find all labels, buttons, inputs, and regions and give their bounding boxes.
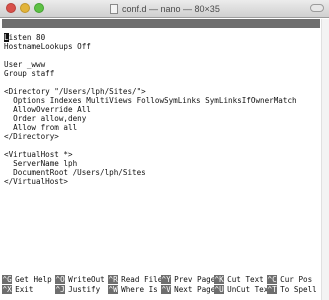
editor-line[interactable]: </Directory> (4, 132, 320, 141)
shortcut-label: WriteOut (68, 275, 105, 284)
document-icon (110, 4, 118, 14)
editor-line[interactable] (4, 51, 320, 60)
editor-line[interactable] (4, 78, 320, 87)
editor-line[interactable]: <VirtualHost *> (4, 150, 320, 159)
shortcut-label: To Spell (280, 285, 317, 294)
shortcut-label: Justify (68, 285, 101, 294)
shortcut-key: ^R (108, 275, 119, 284)
shortcut-key: ^W (108, 285, 119, 294)
editor-line[interactable]: AllowOverride All (4, 105, 320, 114)
shortcut-label: Read File (121, 275, 163, 284)
shortcut-key: ^V (161, 285, 172, 294)
shortcut-justify[interactable]: ^J Justify (55, 285, 100, 294)
terminal-scrollbar[interactable] (321, 19, 329, 300)
editor-line[interactable]: Allow from all (4, 123, 320, 132)
editor-line[interactable] (4, 141, 320, 150)
shortcut-to-spell[interactable]: ^T To Spell (267, 285, 317, 294)
minimize-window-button[interactable] (20, 3, 30, 13)
editor-line[interactable]: ServerName lph (4, 159, 320, 168)
terminal-content[interactable]: GNU nano 2.0.6 File: lph.conf Listen 80 … (0, 19, 329, 300)
shortcut-key: ^Y (161, 275, 172, 284)
editor-text-area[interactable]: Listen 80 HostnameLookups Off User _www … (4, 33, 320, 186)
shortcut-key: ^X (2, 285, 13, 294)
shortcut-key: ^K (214, 275, 225, 284)
editor-line-text: isten 80 (8, 33, 46, 42)
shortcut-label: Cut Text (227, 275, 264, 284)
shortcut-key: ^O (55, 275, 66, 284)
shortcut-key: ^T (267, 285, 278, 294)
shortcut-where-is[interactable]: ^W Where Is (108, 285, 158, 294)
shortcut-label: Where Is (121, 285, 158, 294)
shortcut-cut-text[interactable]: ^K Cut Text (214, 275, 264, 284)
shortcut-uncut-text[interactable]: ^U UnCut Text (214, 285, 273, 294)
shortcut-label: UnCut Text (227, 285, 273, 294)
shortcut-cur-pos[interactable]: ^C Cur Pos (267, 275, 312, 284)
editor-line[interactable]: Listen 80 (4, 33, 320, 42)
window-title-area: conf.d — nano — 80×35 (110, 3, 220, 15)
shortcut-writeout[interactable]: ^O WriteOut (55, 275, 105, 284)
editor-line[interactable]: Options Indexes MultiViews FollowSymLink… (4, 96, 320, 105)
shortcut-prev-page[interactable]: ^Y Prev Page (161, 275, 215, 284)
shortcut-get-help[interactable]: ^G Get Help (2, 275, 52, 284)
shortcut-label: Next Page (174, 285, 216, 294)
editor-line[interactable]: Group staff (4, 69, 320, 78)
editor-line[interactable]: User _www (4, 60, 320, 69)
toolbar-toggle-button[interactable] (310, 4, 324, 12)
shortcut-row: ^X Exit ^J Justify ^W Where Is ^V Next Page … (2, 285, 320, 294)
window-titlebar[interactable]: conf.d — nano — 80×35 (0, 0, 329, 18)
nano-header-bar: GNU nano 2.0.6 File: lph.conf (2, 19, 320, 46)
close-window-button[interactable] (6, 3, 16, 13)
editor-line[interactable]: Order allow,deny (4, 114, 320, 123)
editor-line[interactable]: HostnameLookups Off (4, 42, 320, 51)
shortcut-exit[interactable]: ^X Exit (2, 285, 33, 294)
editor-line[interactable]: <Directory "/Users/lph/Sites/"> (4, 87, 320, 96)
shortcut-next-page[interactable]: ^V Next Page (161, 285, 215, 294)
shortcut-key: ^J (55, 285, 66, 294)
shortcut-key: ^G (2, 275, 13, 284)
shortcut-read-file[interactable]: ^R Read File (108, 275, 162, 284)
editor-line[interactable]: </VirtualHost> (4, 177, 320, 186)
shortcut-row: ^G Get Help ^O WriteOut ^R Read File ^Y Prev… (2, 275, 320, 284)
shortcut-key: ^U (214, 285, 225, 294)
shortcut-label: Get Help (15, 275, 52, 284)
zoom-window-button[interactable] (34, 3, 44, 13)
shortcut-label: Prev Page (174, 275, 216, 284)
shortcut-label: Cur Pos (280, 275, 313, 284)
shortcut-label: Exit (15, 285, 34, 294)
shortcut-key: ^C (267, 275, 278, 284)
window-title: conf.d — nano — 80×35 (122, 4, 220, 14)
editor-line[interactable]: DocumentRoot /Users/lph/Sites (4, 168, 320, 177)
